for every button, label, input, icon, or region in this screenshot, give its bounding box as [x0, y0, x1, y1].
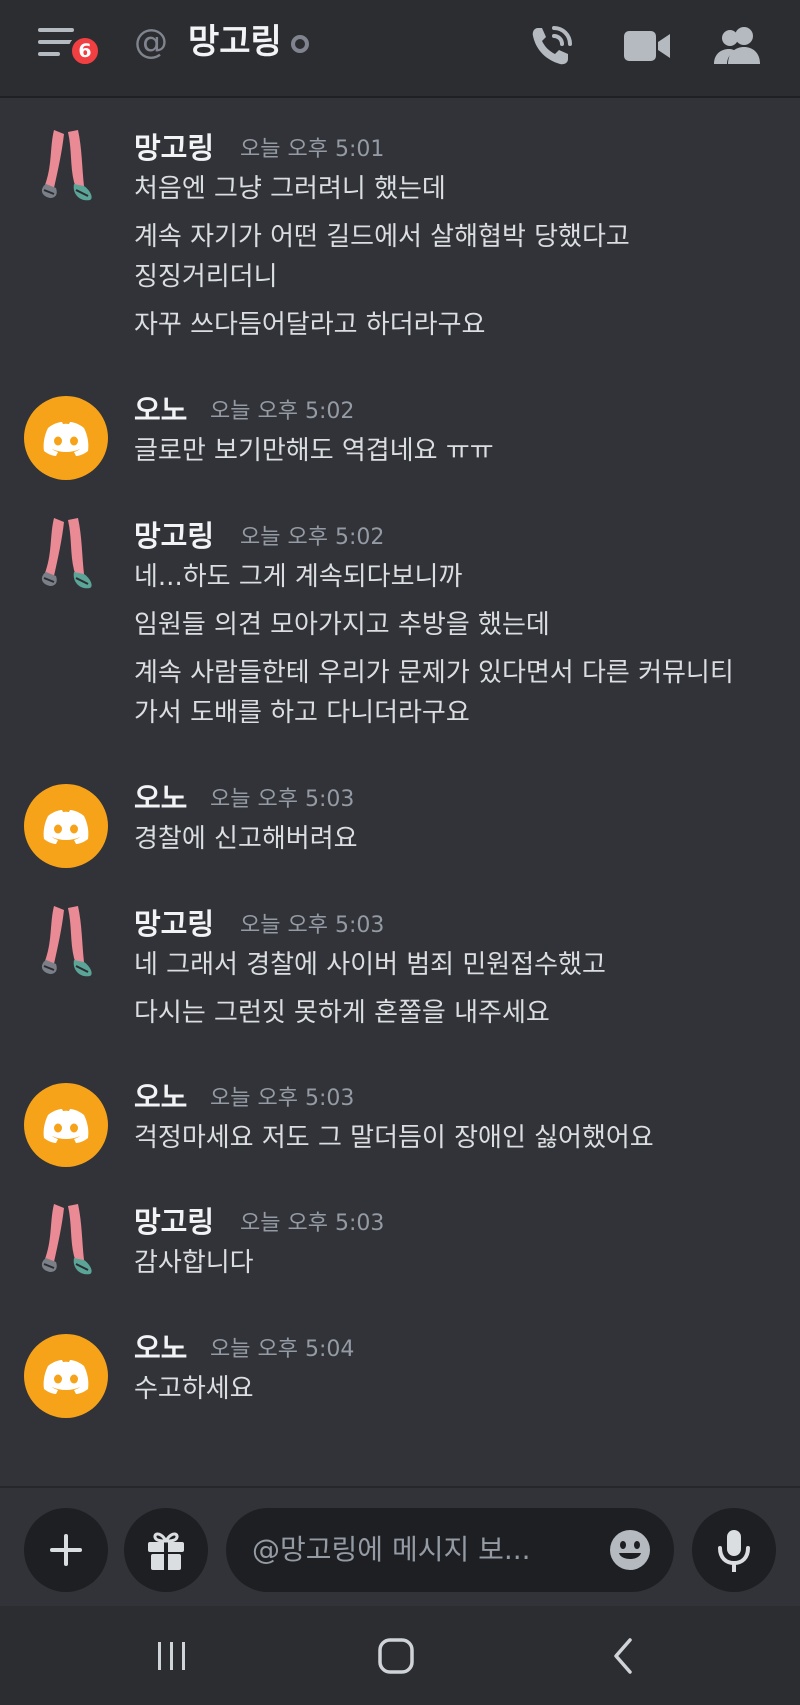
back-icon[interactable] — [602, 1636, 646, 1676]
avatar[interactable] — [24, 512, 108, 596]
message-composer: @망고링에 메시지 보... — [0, 1486, 800, 1606]
message-text[interactable]: 글로만 보기만해도 역겹네요 ㅠㅠ — [134, 432, 494, 470]
message-text[interactable]: 가서 도배를 하고 다니더라구요 — [134, 694, 470, 732]
phone-call-icon[interactable] — [522, 16, 582, 76]
message-author[interactable]: 망고링 — [134, 518, 214, 554]
gift-icon — [148, 1532, 184, 1570]
discord-logo-icon — [43, 1360, 89, 1394]
message-timestamp: 오늘 오후 5:03 — [240, 913, 385, 938]
message-text[interactable]: 임원들 의견 모아가지고 추방을 했는데 — [134, 606, 550, 644]
message-author[interactable]: 망고링 — [134, 1204, 214, 1240]
message-author[interactable]: 오노 — [134, 1079, 187, 1115]
message-timestamp: 오늘 오후 5:04 — [210, 1337, 355, 1362]
avatar-image-legs — [41, 1204, 92, 1275]
message-author[interactable]: 오노 — [134, 1330, 187, 1366]
message-timestamp: 오늘 오후 5:01 — [240, 137, 385, 162]
unread-badge: 6 — [68, 34, 102, 68]
avatar-image-legs — [41, 906, 92, 977]
message-text[interactable]: 네...하도 그게 계속되다보니까 — [134, 558, 462, 596]
system-navigation-bar — [0, 1606, 800, 1705]
avatar[interactable] — [24, 396, 108, 480]
avatar-image-legs — [41, 130, 92, 201]
message-text[interactable]: 처음엔 그냥 그러려니 했는데 — [134, 170, 446, 208]
message-input[interactable]: @망고링에 메시지 보... — [226, 1508, 674, 1592]
message-text[interactable]: 자꾸 쓰다듬어달라고 하더라구요 — [134, 306, 485, 344]
members-icon[interactable] — [708, 16, 768, 76]
message-timestamp: 오늘 오후 5:03 — [210, 1086, 355, 1111]
avatar[interactable] — [24, 900, 108, 984]
avatar[interactable] — [24, 784, 108, 868]
avatar[interactable] — [24, 1334, 108, 1418]
message-timestamp: 오늘 오후 5:02 — [210, 399, 355, 424]
message-text[interactable]: 감사합니다 — [134, 1244, 254, 1282]
microphone-icon — [718, 1530, 750, 1572]
voice-message-button[interactable] — [692, 1508, 776, 1592]
top-bar: 6 @ 망고링 — [0, 0, 800, 98]
discord-logo-icon — [43, 422, 89, 456]
avatar[interactable] — [24, 1198, 108, 1282]
message-text[interactable]: 징징거리더니 — [134, 258, 278, 296]
status-indicator — [291, 35, 309, 53]
message-text[interactable]: 계속 사람들한테 우리가 문제가 있다면서 다른 커뮤니티 — [134, 654, 734, 692]
message-author[interactable]: 망고링 — [134, 130, 214, 166]
gift-button[interactable] — [124, 1508, 208, 1592]
discord-logo-icon — [43, 810, 89, 844]
emoji-icon[interactable] — [608, 1528, 652, 1572]
message-text[interactable]: 경찰에 신고해버려요 — [134, 820, 358, 858]
menu-button[interactable]: 6 — [34, 20, 102, 72]
message-input-placeholder: @망고링에 메시지 보... — [252, 1533, 531, 1566]
message-timestamp: 오늘 오후 5:02 — [240, 525, 385, 550]
home-icon[interactable] — [374, 1636, 418, 1676]
message-text[interactable]: 걱정마세요 저도 그 말더듬이 장애인 싫어했어요 — [134, 1119, 654, 1157]
avatar[interactable] — [24, 1083, 108, 1167]
message-timestamp: 오늘 오후 5:03 — [210, 787, 355, 812]
message-text[interactable]: 수고하세요 — [134, 1370, 254, 1408]
message-text[interactable]: 계속 자기가 어떤 길드에서 살해협박 당했다고 — [134, 218, 630, 256]
message-timestamp: 오늘 오후 5:03 — [240, 1211, 385, 1236]
avatar[interactable] — [24, 124, 108, 208]
message-text[interactable]: 네 그래서 경찰에 사이버 범죄 민원접수했고 — [134, 946, 606, 984]
avatar-image-legs — [41, 518, 92, 589]
discord-logo-icon — [43, 1109, 89, 1143]
message-author[interactable]: 오노 — [134, 392, 187, 428]
message-author[interactable]: 오노 — [134, 780, 187, 816]
at-icon: @ — [134, 22, 168, 62]
video-camera-icon[interactable] — [616, 16, 676, 76]
plus-icon — [50, 1534, 82, 1566]
message-text[interactable]: 다시는 그런짓 못하게 혼쭐을 내주세요 — [134, 994, 550, 1032]
channel-title[interactable]: 망고링 — [188, 18, 282, 66]
message-author[interactable]: 망고링 — [134, 906, 214, 942]
recent-apps-icon[interactable] — [150, 1636, 194, 1676]
add-attachment-button[interactable] — [24, 1508, 108, 1592]
